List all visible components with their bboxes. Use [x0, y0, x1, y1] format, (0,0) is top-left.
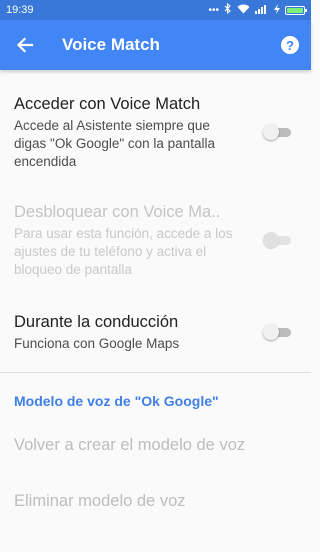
wifi-icon	[237, 4, 250, 17]
section-divider	[0, 372, 311, 373]
setting-title: Durante la conducción	[14, 313, 179, 331]
voice-match-access-toggle[interactable]	[263, 123, 291, 141]
setting-while-driving[interactable]: Durante la conducción Funciona con Googl…	[0, 300, 311, 364]
app-bar: Voice Match ?	[0, 20, 311, 70]
while-driving-toggle[interactable]	[263, 323, 291, 341]
setting-summary: Funciona con Google Maps	[14, 336, 180, 351]
delete-voice-model-item[interactable]: Eliminar modelo de voz	[0, 476, 311, 526]
setting-text: Durante la conducción Funciona con Googl…	[14, 311, 263, 353]
setting-text: Acceder con Voice Match Accede al Asiste…	[14, 93, 263, 171]
status-bar: 19:39 •••	[0, 0, 311, 20]
page-title: Voice Match	[62, 35, 160, 54]
setting-summary: Accede al Asistente siempre que digas "O…	[14, 118, 215, 169]
status-icons: •••	[208, 2, 307, 17]
charging-icon	[274, 3, 280, 17]
help-icon[interactable]: ?	[281, 36, 299, 54]
setting-unlock-voice-match: Desbloquear con Voice Ma.. Para usar est…	[0, 192, 311, 288]
setting-text: Desbloquear con Voice Ma.. Para usar est…	[14, 201, 263, 279]
unlock-voice-match-toggle	[263, 231, 291, 249]
setting-title: Desbloquear con Voice Ma..	[14, 203, 221, 221]
status-time: 19:39	[6, 4, 34, 16]
signal-icon	[255, 4, 269, 17]
toggle-thumb	[263, 324, 279, 340]
setting-summary: Para usar esta función, accede a los aju…	[14, 226, 233, 277]
more-dots-icon: •••	[208, 4, 219, 16]
bluetooth-icon	[224, 2, 232, 17]
voice-model-section-header: Modelo de voz de "Ok Google"	[14, 393, 219, 409]
recreate-voice-model-item[interactable]: Volver a crear el modelo de voz	[0, 420, 311, 470]
setting-voice-match-access[interactable]: Acceder con Voice Match Accede al Asiste…	[0, 84, 311, 180]
toggle-thumb	[263, 124, 279, 140]
toggle-thumb	[263, 232, 279, 248]
back-arrow-icon[interactable]	[14, 34, 36, 56]
setting-title: Acceder con Voice Match	[14, 95, 201, 113]
battery-icon	[285, 5, 307, 15]
